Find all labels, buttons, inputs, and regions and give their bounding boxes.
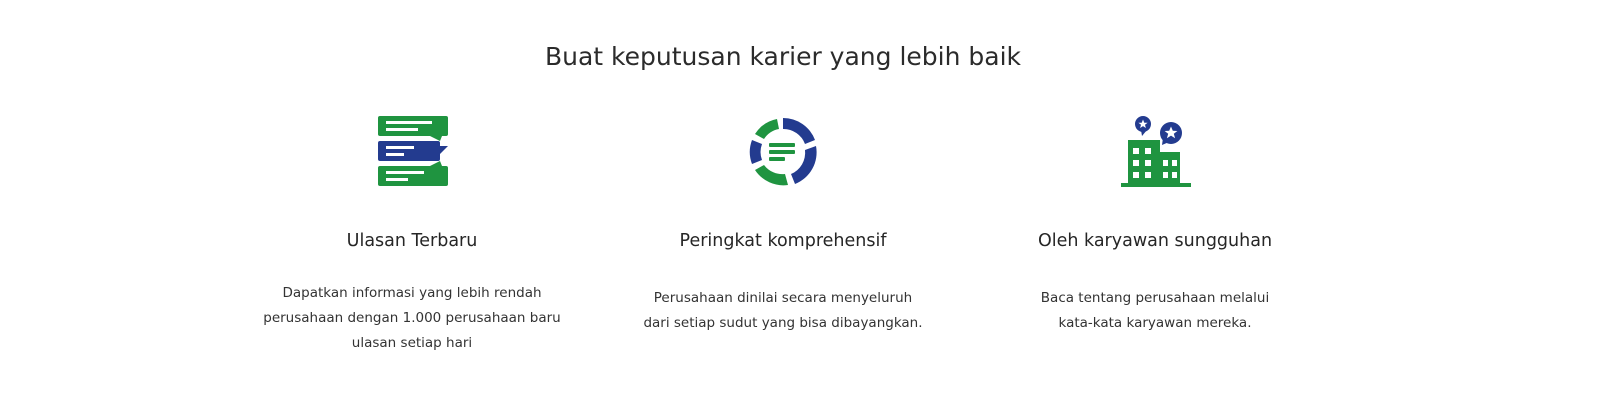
reviews-chat-icon [378, 116, 448, 186]
company-building-icon [1121, 116, 1191, 187]
description-line: Perusahaan dinilai secara menyeluruh [653, 290, 913, 306]
description-line: Baca tentang perusahaan melalui [1040, 290, 1270, 306]
feature-latest-reviews: Ulasan Terbaru Dapatkan informasi yang l… [232, 112, 592, 351]
section-title: Buat keputusan karier yang lebih baik [544, 42, 1022, 71]
feature-title: Oleh karyawan sungguhan [1037, 231, 1273, 251]
feature-description: Perusahaan dinilai secara menyeluruh dar… [603, 286, 963, 336]
description-line: Dapatkan informasi yang lebih rendah [282, 285, 542, 301]
description-line: kata-kata karyawan mereka. [1058, 315, 1252, 331]
feature-real-employees: Oleh karyawan sungguhan Baca tentang per… [975, 112, 1335, 331]
feature-title: Peringkat komprehensif [679, 231, 887, 251]
feature-description: Dapatkan informasi yang lebih rendah per… [232, 281, 592, 356]
feature-title: Ulasan Terbaru [346, 231, 478, 251]
description-line: perusahaan dengan 1.000 perusahaan baru [263, 310, 561, 326]
feature-comprehensive-rating: Peringkat komprehensif Perusahaan dinila… [603, 112, 963, 331]
feature-description: Baca tentang perusahaan melalui kata-kat… [975, 286, 1335, 336]
description-line: dari setiap sudut yang bisa dibayangkan. [643, 315, 923, 331]
rating-ring-icon [749, 117, 817, 186]
description-line: ulasan setiap hari [351, 335, 473, 351]
